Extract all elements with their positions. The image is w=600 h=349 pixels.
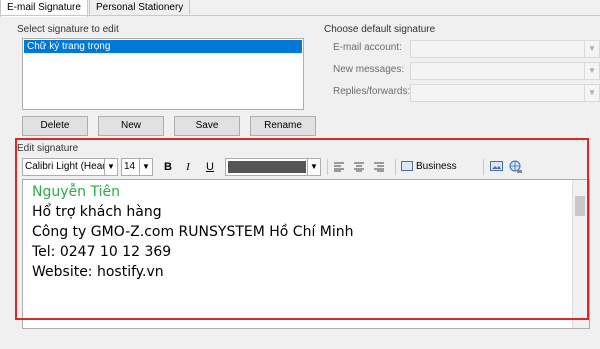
tab-personal-stationery[interactable]: Personal Stationery: [89, 0, 191, 16]
signature-editor[interactable]: Nguyễn Tiên Hổ trợ khách hàng Công ty GM…: [22, 179, 590, 329]
select-signature-label: Select signature to edit: [17, 24, 119, 35]
delete-button[interactable]: Delete: [22, 116, 88, 136]
signature-list[interactable]: Chữ ký trang trọng: [22, 38, 304, 110]
chevron-down-icon: ▼: [584, 63, 599, 79]
toolbar-separator: [483, 159, 484, 175]
signature-name: Nguyễn Tiên: [32, 184, 120, 200]
chevron-down-icon: ▼: [104, 159, 117, 175]
chevron-down-icon: ▼: [584, 85, 599, 101]
tab-label: E-mail Signature: [7, 2, 81, 13]
font-color-swatch: [228, 161, 306, 173]
business-card-button[interactable]: Business Card: [401, 158, 477, 190]
font-size-select[interactable]: 14 ▼: [121, 158, 153, 176]
new-messages-select[interactable]: ▼: [410, 62, 600, 80]
edit-signature-label: Edit signature: [17, 143, 79, 154]
replies-forwards-label: Replies/forwards:: [333, 86, 411, 97]
email-account-select[interactable]: ▼: [410, 40, 600, 58]
email-account-label: E-mail account:: [333, 42, 402, 53]
save-button[interactable]: Save: [174, 116, 240, 136]
hyperlink-icon[interactable]: [508, 158, 524, 176]
toolbar-separator: [327, 159, 328, 175]
tab-label: Personal Stationery: [96, 2, 184, 13]
editor-scrollbar[interactable]: [572, 180, 589, 328]
align-left-icon[interactable]: [331, 158, 347, 176]
default-signature-label: Choose default signature: [324, 24, 436, 35]
font-select[interactable]: Calibri Light (Headin ▼: [22, 158, 118, 176]
signature-line: Hổ trợ khách hàng: [32, 204, 162, 220]
tab-divider: [0, 15, 600, 16]
font-value: Calibri Light (Headin: [25, 161, 116, 172]
signature-list-item[interactable]: Chữ ký trang trọng: [24, 40, 302, 53]
new-button[interactable]: New: [98, 116, 164, 136]
bold-button[interactable]: B: [160, 158, 176, 176]
signature-line: Tel: 0247 10 12 369: [32, 244, 172, 260]
align-right-icon[interactable]: [371, 158, 387, 176]
rename-button[interactable]: Rename: [250, 116, 316, 136]
format-toolbar: Calibri Light (Headin ▼ 14 ▼ B I U ▼ Bus…: [22, 158, 600, 190]
new-messages-label: New messages:: [333, 64, 405, 75]
business-card-icon: [401, 161, 413, 172]
underline-button[interactable]: U: [202, 158, 218, 176]
chevron-down-icon: ▼: [307, 159, 320, 175]
signature-line: Website: hostify.vn: [32, 264, 164, 280]
chevron-down-icon: ▼: [584, 41, 599, 57]
chevron-down-icon: ▼: [139, 159, 152, 175]
toolbar-separator: [395, 159, 396, 175]
replies-forwards-select[interactable]: ▼: [410, 84, 600, 102]
signature-line: Công ty GMO-Z.com RUNSYSTEM Hồ Chí Minh: [32, 224, 354, 240]
font-size-value: 14: [124, 161, 136, 172]
align-center-icon[interactable]: [351, 158, 367, 176]
scrollbar-thumb[interactable]: [575, 196, 585, 216]
italic-button[interactable]: I: [180, 158, 196, 176]
insert-picture-icon[interactable]: [488, 158, 504, 176]
font-color-select[interactable]: ▼: [225, 158, 321, 176]
